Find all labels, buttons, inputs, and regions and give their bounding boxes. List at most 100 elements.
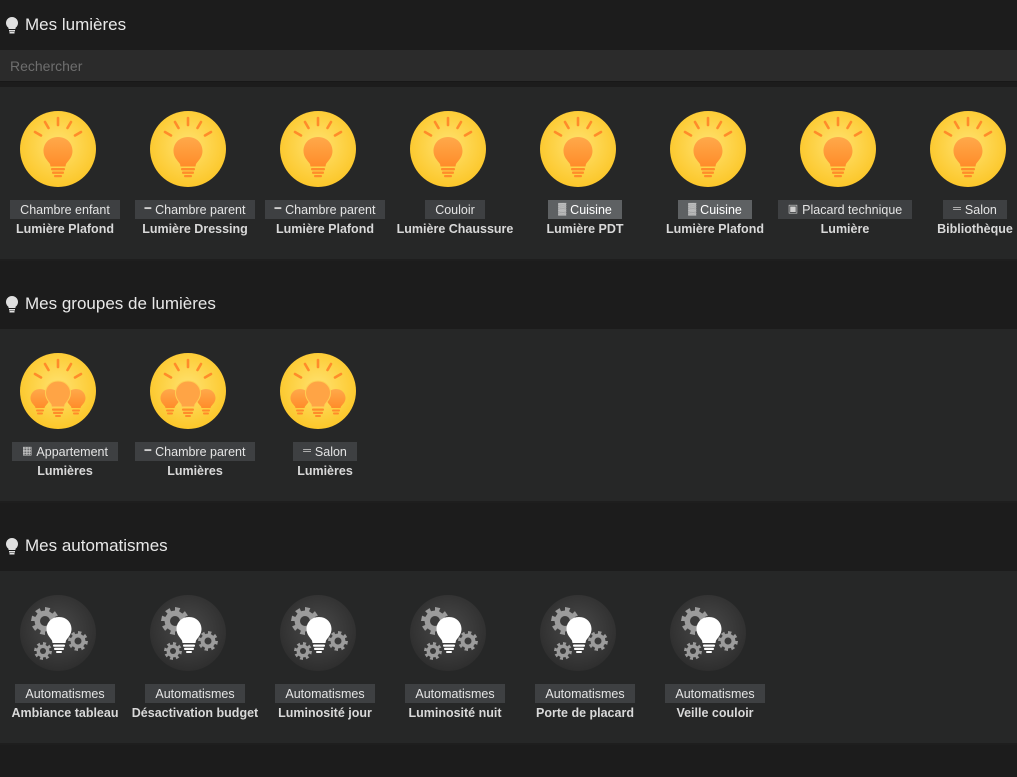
room-label-wrap: Automatismes — [0, 684, 130, 703]
lightbulb-icon — [5, 295, 19, 313]
automations-tile[interactable]: Automatismes Désactivation budget — [130, 595, 260, 745]
room-badge: ▣ Placard technique — [777, 200, 913, 219]
section-title-automations: Mes automatismes — [4, 534, 168, 558]
room-name: Cuisine — [700, 202, 742, 217]
automations-tile[interactable]: Automatismes Luminosité jour — [260, 595, 390, 745]
device-name: Lumière PDT — [546, 222, 624, 236]
lights-tile[interactable]: Couloir Lumière Chaussure — [390, 111, 520, 261]
automations-tile[interactable]: Automatismes Veille couloir — [650, 595, 780, 745]
device-name: Lumières — [37, 464, 93, 478]
device-name: Ambiance tableau — [11, 706, 119, 720]
lights-tile[interactable]: ━ Chambre parent Lumière Plafond — [260, 111, 390, 261]
room-name: Automatismes — [545, 686, 625, 701]
room-label-wrap: ▣ Placard technique — [777, 200, 913, 219]
room-badge: ═ Salon — [943, 200, 1007, 219]
automation-gear-bulb-icon[interactable] — [280, 595, 356, 671]
room-badge: Couloir — [425, 200, 485, 219]
room-badge: Automatismes — [275, 684, 375, 703]
search-bar[interactable] — [0, 50, 1017, 82]
room-badge: ━ Chambre parent — [134, 442, 256, 461]
cabinet-icon: ▣ — [787, 203, 799, 215]
automations-tile[interactable]: Automatismes Porte de placard — [520, 595, 650, 745]
bed-icon: ━ — [274, 203, 282, 215]
room-badge: Automatismes — [665, 684, 765, 703]
room-name: Automatismes — [155, 686, 235, 701]
lightbulb-icon[interactable] — [20, 111, 96, 187]
section-title-text: Mes lumières — [25, 15, 127, 34]
lights-panel: Chambre enfant Lumière Plafond ━ Chambre p… — [0, 87, 1017, 261]
automation-gear-bulb-icon[interactable] — [150, 595, 226, 671]
automations-tile[interactable]: Automatismes Luminosité nuit — [390, 595, 520, 745]
device-name: Lumière Plafond — [276, 222, 374, 236]
room-name: Chambre parent — [155, 202, 246, 217]
room-label-wrap: Chambre enfant — [0, 200, 130, 219]
room-label-wrap: Automatismes — [390, 684, 520, 703]
lightbulb-icon[interactable] — [540, 111, 616, 187]
device-name: Lumière — [820, 222, 870, 236]
groups-tile[interactable]: ━ Chambre parent Lumières — [130, 353, 260, 503]
room-badge: Automatismes — [535, 684, 635, 703]
room-label-wrap: ━ Chambre parent — [130, 442, 260, 461]
automation-gear-bulb-icon[interactable] — [20, 595, 96, 671]
device-name: Lumières — [167, 464, 223, 478]
room-badge: ━ Chambre parent — [134, 200, 256, 219]
lightbulb-icon — [5, 537, 19, 555]
room-name: Couloir — [435, 202, 475, 217]
room-badge: ━ Chambre parent — [264, 200, 386, 219]
section-title-text: Mes groupes de lumières — [25, 294, 216, 313]
room-name: Cuisine — [570, 202, 612, 217]
groups-tile[interactable]: ▦ Appartement Lumières — [0, 353, 130, 503]
groups-tile[interactable]: ═ Salon Lumières — [260, 353, 390, 503]
automation-gear-bulb-icon[interactable] — [540, 595, 616, 671]
lightbulb-icon[interactable] — [670, 111, 746, 187]
room-label-wrap: Automatismes — [130, 684, 260, 703]
room-badge: Automatismes — [145, 684, 245, 703]
room-label-wrap: Automatismes — [520, 684, 650, 703]
lights-tile[interactable]: ▓ Cuisine Lumière PDT — [520, 111, 650, 261]
lights-tile[interactable]: ═ Salon Bibliothèque — [910, 111, 1017, 261]
automations-panel: Automatismes Ambiance tableau Automatisme… — [0, 571, 1017, 745]
automation-gear-bulb-icon[interactable] — [410, 595, 486, 671]
kitchen-icon: ▓ — [688, 203, 697, 215]
room-badge: ▓ Cuisine — [678, 200, 752, 219]
room-name: Salon — [964, 202, 997, 217]
lightbulb-icon[interactable] — [280, 111, 356, 187]
room-badge: ▦ Appartement — [12, 442, 118, 461]
device-name: Lumière Plafond — [666, 222, 764, 236]
room-name: Appartement — [36, 444, 108, 459]
room-label-wrap: ━ Chambre parent — [130, 200, 260, 219]
light-group-icon[interactable] — [20, 353, 96, 429]
room-badge: Automatismes — [405, 684, 505, 703]
automations-tile[interactable]: Automatismes Ambiance tableau — [0, 595, 130, 745]
light-group-icon[interactable] — [150, 353, 226, 429]
automation-gear-bulb-icon[interactable] — [670, 595, 746, 671]
device-name: Porte de placard — [536, 706, 634, 720]
bed-icon: ━ — [144, 203, 152, 215]
device-name: Lumières — [297, 464, 353, 478]
lightbulb-icon[interactable] — [800, 111, 876, 187]
room-name: Chambre parent — [285, 202, 376, 217]
lights-tile[interactable]: ▣ Placard technique Lumière — [777, 111, 913, 261]
lightbulb-icon[interactable] — [150, 111, 226, 187]
lightbulb-icon — [5, 16, 19, 34]
lights-tile[interactable]: ▓ Cuisine Lumière Plafond — [650, 111, 780, 261]
device-name: Lumière Chaussure — [396, 222, 514, 236]
device-name: Luminosité nuit — [408, 706, 502, 720]
search-input[interactable] — [0, 50, 1017, 81]
room-label-wrap: ▦ Appartement — [0, 442, 130, 461]
lightbulb-icon[interactable] — [410, 111, 486, 187]
house-icon: ▦ — [22, 445, 33, 457]
device-name: Veille couloir — [676, 706, 754, 720]
light-group-icon[interactable] — [280, 353, 356, 429]
lights-tile[interactable]: ━ Chambre parent Lumière Dressing — [130, 111, 260, 261]
room-name: Chambre enfant — [20, 202, 110, 217]
lights-tile[interactable]: Chambre enfant Lumière Plafond — [0, 111, 130, 261]
room-badge: ▓ Cuisine — [548, 200, 622, 219]
sofa-icon: ═ — [953, 203, 961, 215]
lightbulb-icon[interactable] — [930, 111, 1006, 187]
room-label-wrap: ═ Salon — [910, 200, 1017, 219]
room-name: Salon — [314, 444, 347, 459]
room-label-wrap: Automatismes — [260, 684, 390, 703]
groups-panel: ▦ Appartement Lumières ━ Chambre parent Lumi… — [0, 329, 1017, 503]
room-badge: Chambre enfant — [10, 200, 120, 219]
